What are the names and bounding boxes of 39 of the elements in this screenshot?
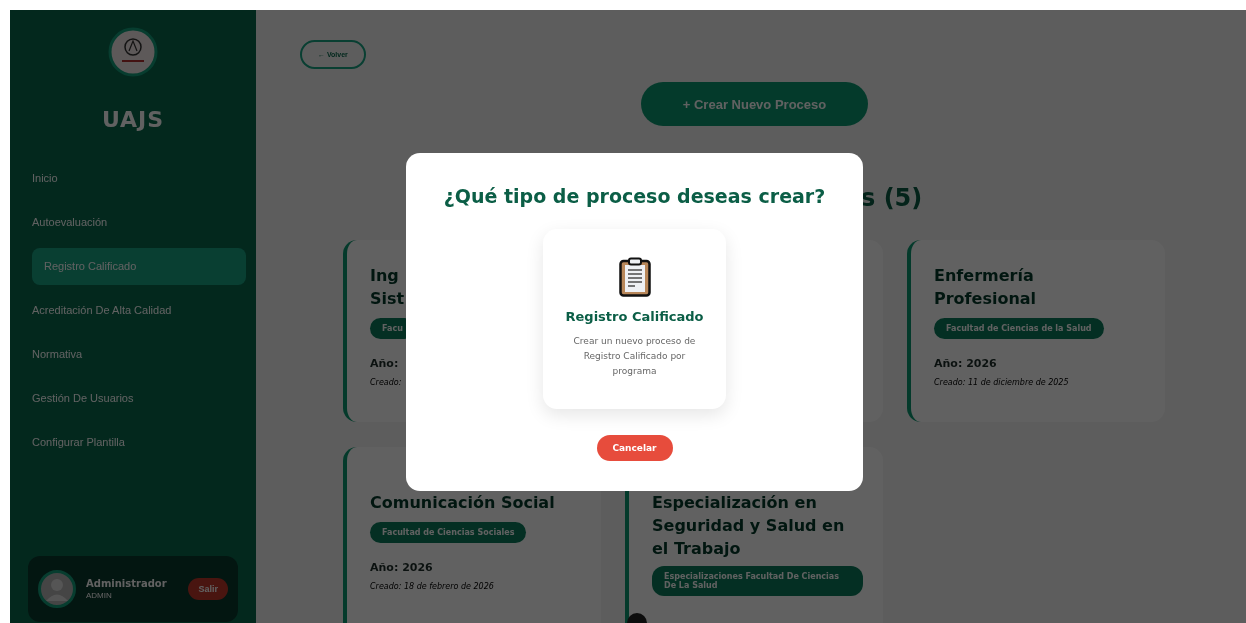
card-title: Seguridad y Salud en xyxy=(652,515,846,537)
nav-item[interactable]: Registro Calificado xyxy=(32,248,246,285)
nav-item[interactable]: Autoevaluación xyxy=(32,204,246,241)
card-date: Creado: 11 de diciembre de 2025 xyxy=(934,378,1070,387)
card-title: Enfermería xyxy=(934,265,1035,287)
user-name: Administrador xyxy=(86,578,168,589)
card-year: Año: xyxy=(370,357,400,370)
logo-icon xyxy=(108,27,158,77)
card-title: Comunicación Social xyxy=(370,492,556,514)
create-process-button[interactable]: + Crear Nuevo Proceso xyxy=(641,82,868,126)
brand-name: UAJS xyxy=(101,107,165,132)
option-card[interactable]: Registro Calificado Crear un nuevo proceso de Registro Calificado por programa xyxy=(543,229,726,409)
option-title: Registro Calificado xyxy=(565,309,704,324)
card-title: Profesional xyxy=(934,288,1038,310)
card-title: Ing xyxy=(370,265,400,287)
user-role: ADMIN xyxy=(86,591,113,600)
card-title: el Trabajo xyxy=(652,538,742,560)
process-card[interactable]: Enfermería Profesional Facultad de Ciencias de la Salud Año: 2026 Creado: 11 de diciembre de 2025 xyxy=(907,240,1165,422)
faculty-tag: Facultad de Ciencias Sociales xyxy=(370,522,527,543)
card-date: Creado: xyxy=(370,378,403,387)
section-heading: s (5) xyxy=(861,184,923,212)
card-date: Creado: 18 de febrero de 2026 xyxy=(370,582,495,591)
nav-item[interactable]: Normativa xyxy=(32,336,246,373)
nav-item[interactable]: Configurar Plantilla xyxy=(32,424,246,461)
card-title: Sist xyxy=(370,288,406,310)
avatar-icon xyxy=(38,570,76,608)
nav-item[interactable]: Inicio xyxy=(32,160,246,197)
cancel-button[interactable]: Cancelar xyxy=(596,435,673,461)
nav-item[interactable]: Acreditación De Alta Calidad xyxy=(32,292,246,329)
faculty-tag: Especializaciones Facultad De Ciencias De La Salud xyxy=(652,566,863,596)
option-description: Crear un nuevo proceso de Registro Calificado por programa xyxy=(572,335,697,378)
card-year: Año: 2026 xyxy=(934,357,998,370)
card-year: Año: 2026 xyxy=(370,561,434,574)
card-title: Especialización en xyxy=(652,492,818,514)
modal-title: ¿Qué tipo de proceso deseas crear? xyxy=(443,185,826,207)
nav-item[interactable]: Gestión De Usuarios xyxy=(32,380,246,417)
faculty-tag: Facultad de Ciencias de la Salud xyxy=(934,318,1104,339)
logout-button[interactable]: Salir xyxy=(188,578,228,600)
clipboard-icon xyxy=(618,257,651,297)
